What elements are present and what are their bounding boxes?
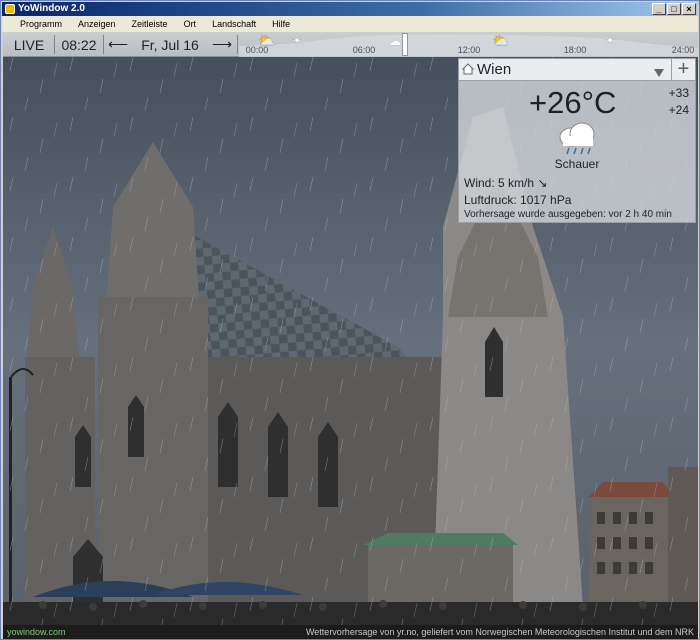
- add-location-button[interactable]: +: [671, 59, 695, 81]
- separator: [54, 35, 55, 54]
- timeline-tick: 18:00: [563, 45, 587, 55]
- separator: [103, 35, 104, 54]
- live-button[interactable]: LIVE: [9, 35, 49, 54]
- app-window: YoWindow 2.0 _ □ × Programm Anzeigen Zei…: [0, 0, 700, 640]
- app-icon: [5, 4, 15, 14]
- yowindow-link[interactable]: yowindow.com: [7, 625, 66, 639]
- maximize-button[interactable]: □: [667, 3, 681, 15]
- toolbar: LIVE 08:22 ⟵ Fr, Jul 16 ⟶ ⛅ ☀ ☁ ⛅ ☀ 00:0…: [3, 32, 698, 57]
- weather-panel[interactable]: Wien + +26°C +33 +24 Schauer Wind: 5 km/…: [458, 58, 696, 223]
- sun-icon: ☀: [291, 33, 303, 48]
- partly-cloudy-icon: ⛅: [492, 33, 510, 48]
- timeline-tick: 06:00: [352, 45, 376, 55]
- timeline-tick: 12:00: [457, 45, 481, 55]
- separator: [237, 35, 238, 54]
- home-icon[interactable]: [461, 62, 475, 80]
- date-label[interactable]: Fr, Jul 16: [137, 35, 203, 54]
- forecast-credit[interactable]: Wettervorhersage von yr.no, geliefert vo…: [306, 625, 694, 639]
- prev-day-button[interactable]: ⟵: [106, 35, 130, 54]
- rain-cloud-icon: ☁: [388, 33, 402, 48]
- timeline-tick: 24:00: [671, 45, 695, 55]
- current-temperature: +26°C: [529, 85, 617, 120]
- menu-bar: Programm Anzeigen Zeitleiste Ort Landsch…: [2, 16, 698, 32]
- menu-landschaft[interactable]: Landschaft: [204, 19, 264, 29]
- chevron-down-icon[interactable]: [653, 65, 665, 83]
- minimize-button[interactable]: _: [652, 3, 666, 15]
- menu-ort[interactable]: Ort: [176, 19, 205, 29]
- location-header: Wien +: [459, 59, 695, 81]
- forecast-issued: Vorhersage wurde ausgegeben: vor 2 h 40 …: [464, 209, 672, 220]
- menu-anzeigen[interactable]: Anzeigen: [70, 19, 124, 29]
- status-footer: yowindow.com Wettervorhersage von yr.no,…: [3, 625, 698, 639]
- sun-icon: ☀: [604, 33, 616, 48]
- high-temperature: +33: [668, 86, 689, 100]
- city-name[interactable]: Wien: [477, 61, 511, 78]
- menu-zeitleiste[interactable]: Zeitleiste: [124, 19, 176, 29]
- window-title: YoWindow 2.0: [18, 3, 85, 14]
- timeline-tick: 00:00: [245, 45, 269, 55]
- menu-hilfe[interactable]: Hilfe: [264, 19, 298, 29]
- next-day-button[interactable]: ⟶: [210, 35, 234, 54]
- wind-readout: Wind: 5 km/h ↘: [464, 176, 548, 190]
- time-cursor-handle[interactable]: [402, 33, 408, 56]
- weather-condition: Schauer: [554, 157, 600, 171]
- rain-cloud-icon: [555, 120, 599, 161]
- close-button[interactable]: ×: [682, 3, 696, 15]
- timeline[interactable]: ⛅ ☀ ☁ ⛅ ☀ 00:00 06:00 12:00 18:00 24:00: [239, 32, 698, 57]
- title-bar[interactable]: YoWindow 2.0 _ □ ×: [2, 2, 698, 16]
- menu-programm[interactable]: Programm: [12, 19, 70, 29]
- current-time[interactable]: 08:22: [59, 35, 99, 54]
- low-temperature: +24: [668, 103, 689, 117]
- pressure-readout: Luftdruck: 1017 hPa: [464, 193, 572, 207]
